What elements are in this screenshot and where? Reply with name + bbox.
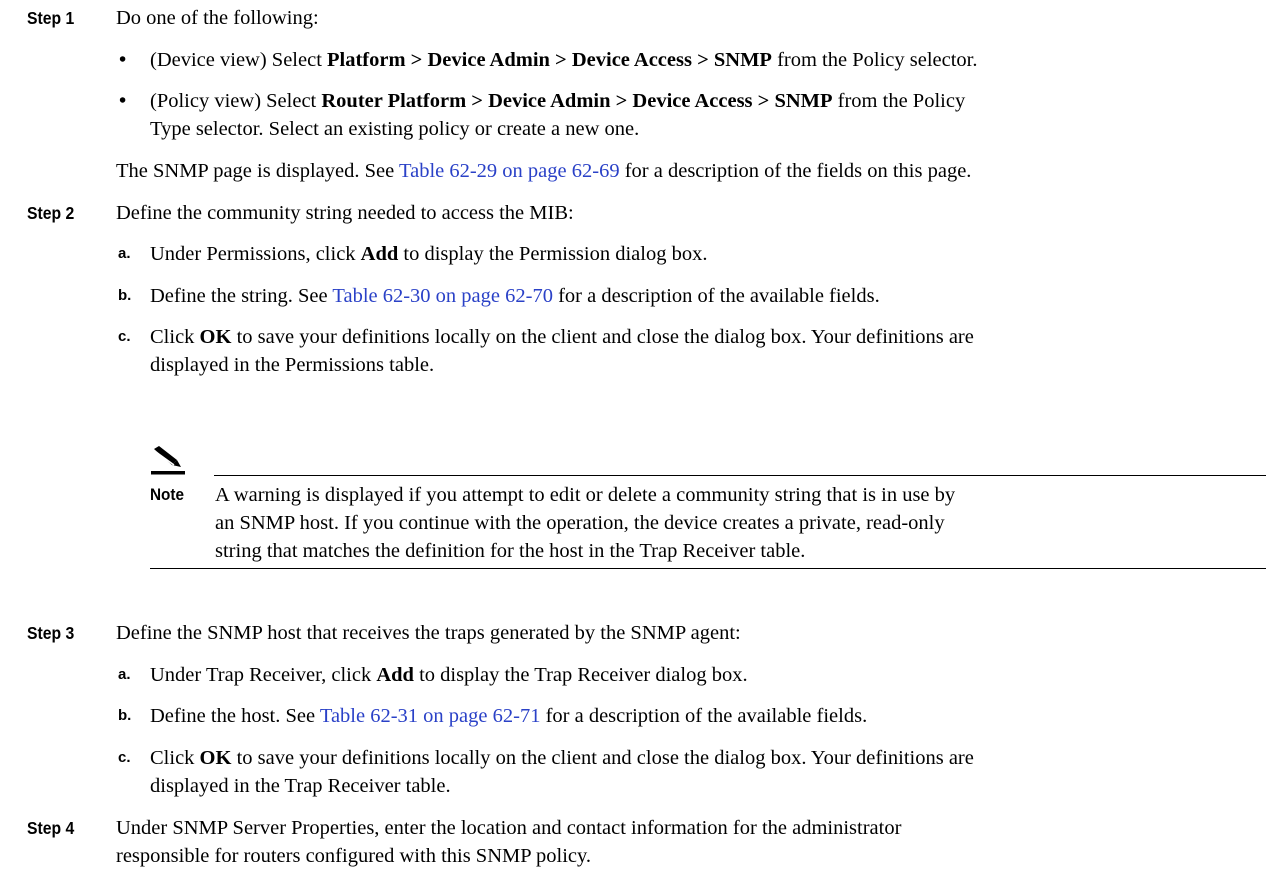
add-keyword: Add — [376, 664, 414, 686]
step-1-result: The SNMP page is displayed. See Table 62… — [116, 160, 972, 182]
step-2-b-text: Define the string. See Table 62-30 on pa… — [150, 285, 880, 307]
note-top-rule — [214, 475, 1266, 476]
step-4-label: Step 4 — [27, 818, 75, 838]
step-3-intro: Define the SNMP host that receives the t… — [116, 622, 741, 644]
step-4-line1: Under SNMP Server Properties, enter the … — [116, 817, 902, 839]
menu-path: Platform > Device Admin > Device Access … — [327, 49, 772, 71]
bullet-device-view: (Device view) Select Platform > Device A… — [150, 49, 978, 71]
substep-letter: b. — [118, 707, 132, 724]
bullet-policy-view: (Policy view) Select Router Platform > D… — [150, 90, 966, 112]
step-3-c-text: Click OK to save your definitions locall… — [150, 747, 974, 769]
substep-letter: c. — [118, 328, 131, 345]
bullet-marker: • — [119, 49, 127, 71]
step-3-a-text: Under Trap Receiver, click Add to displa… — [150, 664, 748, 686]
step-2-a-text: Under Permissions, click Add to display … — [150, 243, 708, 265]
substep-letter: c. — [118, 749, 131, 766]
note-bottom-rule — [150, 568, 1266, 569]
ok-keyword: OK — [199, 747, 232, 769]
table-62-29-link[interactable]: Table 62-29 on page 62-69 — [399, 160, 620, 182]
menu-path: Router Platform > Device Admin > Device … — [321, 90, 833, 112]
step-4-line2: responsible for routers configured with … — [116, 845, 592, 867]
note-label: Note — [150, 485, 185, 504]
ok-keyword: OK — [199, 326, 232, 348]
substep-letter: b. — [118, 287, 132, 304]
bullet-policy-view-line2: Type selector. Select an existing policy… — [150, 118, 640, 140]
step-2-intro: Define the community string needed to ac… — [116, 202, 574, 224]
note-line: string that matches the definition for t… — [215, 540, 806, 562]
table-62-30-link[interactable]: Table 62-30 on page 62-70 — [332, 285, 553, 307]
note-line: an SNMP host. If you continue with the o… — [215, 512, 945, 534]
step-2-c-text: Click OK to save your definitions locall… — [150, 326, 974, 348]
step-2-c-line2: displayed in the Permissions table. — [150, 354, 435, 376]
step-1-intro: Do one of the following: — [116, 7, 319, 29]
table-62-31-link[interactable]: Table 62-31 on page 62-71 — [320, 705, 541, 727]
step-3-b-text: Define the host. See Table 62-31 on page… — [150, 705, 868, 727]
step-3-label: Step 3 — [27, 623, 75, 643]
substep-letter: a. — [118, 666, 131, 683]
pencil-note-icon — [151, 446, 185, 475]
note-line: A warning is displayed if you attempt to… — [215, 484, 956, 506]
step-2-label: Step 2 — [27, 203, 75, 223]
add-keyword: Add — [360, 243, 399, 265]
step-1-label: Step 1 — [27, 8, 75, 28]
step-3-c-line2: displayed in the Trap Receiver table. — [150, 775, 451, 797]
substep-letter: a. — [118, 245, 131, 262]
bullet-marker: • — [119, 90, 127, 112]
